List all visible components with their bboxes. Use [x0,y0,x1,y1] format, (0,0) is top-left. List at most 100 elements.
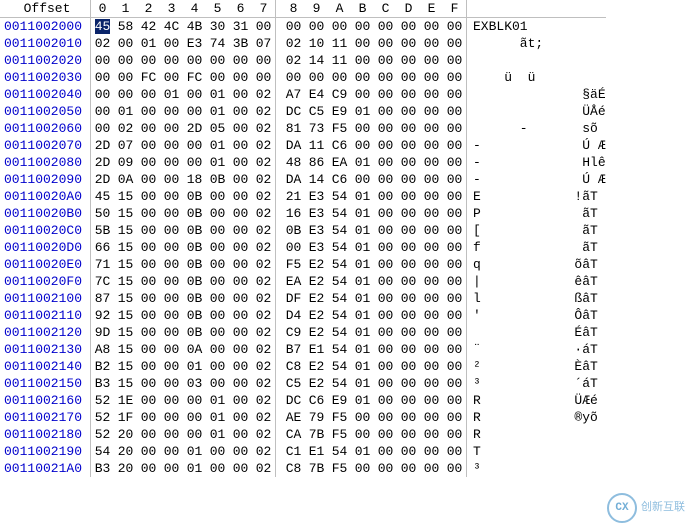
hex-cell[interactable]: 00 [397,35,420,52]
hex-cell[interactable]: 2D [183,120,206,137]
hex-cell[interactable]: 15 [114,256,137,273]
ascii-cell[interactable]: T [467,443,606,460]
hex-cell[interactable]: 52 [91,409,115,426]
hex-cell[interactable]: AE [282,409,305,426]
hex-cell[interactable]: 00 [420,273,443,290]
hex-cell[interactable]: 00 [420,460,443,477]
hex-cell[interactable]: 00 [114,52,137,69]
hex-cell[interactable]: 02 [252,341,276,358]
hex-cell[interactable]: 00 [137,460,160,477]
hex-cell[interactable]: 00 [351,69,374,86]
hex-cell[interactable]: 01 [351,273,374,290]
hex-cell[interactable]: 01 [183,358,206,375]
hex-cell[interactable]: 00 [374,52,397,69]
offset-cell[interactable]: 0011002040 [0,86,91,103]
hex-cell[interactable]: 11 [328,52,351,69]
hex-cell[interactable]: 00 [374,239,397,256]
hex-cell[interactable]: 00 [137,239,160,256]
hex-cell[interactable]: 00 [160,256,183,273]
hex-cell[interactable]: 00 [137,154,160,171]
hex-cell[interactable]: 00 [160,341,183,358]
hex-cell[interactable]: 00 [206,290,229,307]
hex-cell[interactable]: DA [282,171,305,188]
hex-cell[interactable]: 00 [351,460,374,477]
hex-cell[interactable]: 00 [137,358,160,375]
hex-cell[interactable]: 00 [443,137,467,154]
offset-cell[interactable]: 0011002140 [0,358,91,375]
ascii-cell[interactable]: R ÜÆé [467,392,606,409]
hex-cell[interactable]: 00 [91,69,115,86]
hex-cell[interactable]: 00 [328,18,351,36]
hex-cell[interactable]: 01 [351,307,374,324]
hex-cell[interactable]: 42 [137,18,160,36]
hex-cell[interactable]: 00 [420,120,443,137]
hex-cell[interactable]: 0B [183,222,206,239]
hex-cell[interactable]: 00 [183,86,206,103]
hex-cell[interactable]: 00 [420,222,443,239]
hex-cell[interactable]: 00 [305,18,328,36]
hex-cell[interactable]: 00 [160,205,183,222]
hex-cell[interactable]: 00 [137,171,160,188]
hex-cell[interactable]: 00 [229,358,252,375]
hex-cell[interactable]: 00 [374,137,397,154]
hex-cell[interactable]: 00 [397,460,420,477]
hex-cell[interactable]: 15 [114,273,137,290]
hex-cell[interactable]: 01 [206,392,229,409]
hex-cell[interactable]: 87 [91,290,115,307]
hex-cell[interactable]: 00 [91,120,115,137]
hex-cell[interactable]: 4C [160,18,183,36]
hex-cell[interactable]: 00 [420,137,443,154]
ascii-cell[interactable]: f ãT [467,239,606,256]
hex-cell[interactable]: 11 [305,137,328,154]
hex-cell[interactable]: E3 [305,222,328,239]
hex-cell[interactable]: 00 [137,222,160,239]
hex-cell[interactable]: 00 [397,358,420,375]
hex-cell[interactable]: 00 [374,358,397,375]
hex-cell[interactable]: 15 [114,290,137,307]
hex-cell[interactable]: C8 [282,358,305,375]
offset-cell[interactable]: 0011002080 [0,154,91,171]
hex-cell[interactable]: 00 [160,154,183,171]
hex-cell[interactable]: 00 [374,375,397,392]
hex-cell[interactable]: 30 [206,18,229,36]
hex-cell[interactable]: 00 [160,307,183,324]
offset-cell[interactable]: 0011002000 [0,18,91,36]
offset-cell[interactable]: 0011002060 [0,120,91,137]
hex-cell[interactable]: 00 [91,52,115,69]
hex-cell[interactable]: 00 [374,341,397,358]
hex-cell[interactable]: 00 [443,392,467,409]
hex-cell[interactable]: F5 [328,120,351,137]
hex-cell[interactable]: 02 [252,188,276,205]
hex-cell[interactable]: 00 [420,324,443,341]
hex-cell[interactable]: 14 [305,52,328,69]
hex-cell[interactable]: 2D [91,137,115,154]
hex-cell[interactable]: 7B [305,460,328,477]
hex-cell[interactable]: 00 [137,120,160,137]
offset-cell[interactable]: 00110020E0 [0,256,91,273]
hex-cell[interactable]: 00 [137,205,160,222]
hex-cell[interactable]: 00 [229,443,252,460]
hex-cell[interactable]: 00 [397,375,420,392]
hex-cell[interactable]: 00 [443,205,467,222]
hex-cell[interactable]: 00 [305,69,328,86]
ascii-cell[interactable]: §äÉ [467,86,606,103]
hex-cell[interactable]: 00 [374,120,397,137]
hex-cell[interactable]: 02 [282,52,305,69]
hex-cell[interactable]: 02 [252,154,276,171]
hex-cell[interactable]: 00 [351,18,374,36]
offset-cell[interactable]: 0011002160 [0,392,91,409]
hex-cell[interactable]: 01 [351,205,374,222]
hex-cell[interactable]: 00 [206,222,229,239]
hex-cell[interactable]: 00 [443,375,467,392]
hex-cell[interactable]: 00 [420,443,443,460]
hex-cell[interactable]: 00 [351,426,374,443]
offset-cell[interactable]: 0011002050 [0,103,91,120]
hex-cell[interactable]: 00 [183,137,206,154]
hex-cell[interactable]: 21 [282,188,305,205]
hex-cell[interactable]: 00 [206,375,229,392]
hex-cell[interactable]: 00 [397,69,420,86]
hex-cell[interactable]: 00 [443,341,467,358]
hex-cell[interactable]: E3 [305,188,328,205]
hex-cell[interactable]: 00 [160,239,183,256]
hex-cell[interactable]: 15 [114,358,137,375]
